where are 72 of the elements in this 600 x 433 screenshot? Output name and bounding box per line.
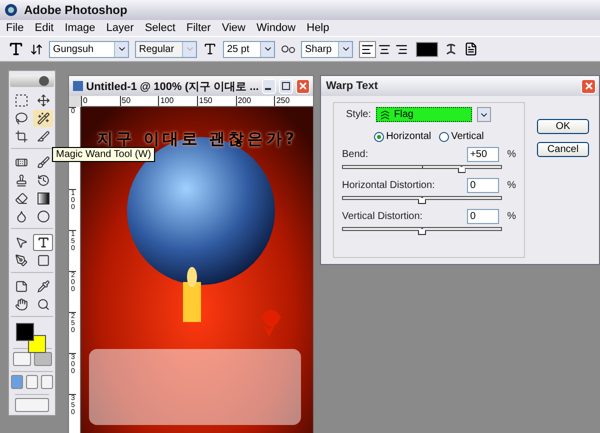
ruler-label: 100 [158, 96, 198, 106]
antialias-dropdown[interactable]: Sharp [301, 40, 353, 58]
window-title: Adobe Photoshop [24, 3, 128, 17]
menu-item[interactable]: Layer [106, 22, 134, 34]
flag-style-icon [380, 110, 390, 120]
slider-label: Horizontal Distortion: [342, 180, 435, 191]
text-color-swatch[interactable] [416, 42, 438, 56]
warp-text-icon[interactable] [444, 42, 458, 56]
ruler-label: 150 [197, 96, 236, 106]
dropdown-caret-icon[interactable] [477, 107, 492, 122]
dialog-button[interactable]: OK [537, 119, 589, 134]
menu-item[interactable]: File [6, 22, 24, 34]
align-button[interactable] [359, 40, 376, 58]
align-center-icon [378, 42, 391, 56]
palettes-icon[interactable] [464, 42, 478, 56]
maximize-button[interactable] [278, 78, 293, 94]
slider-thumb[interactable] [418, 197, 426, 204]
type-icon[interactable] [33, 234, 53, 252]
jump-to-button[interactable] [15, 398, 49, 412]
minimize-button[interactable] [262, 78, 276, 94]
menu-item[interactable]: Image [64, 22, 96, 34]
menu-item[interactable]: Select [144, 22, 176, 34]
orientation-radio[interactable]: Horizontal [374, 131, 432, 142]
style-label: Style: [346, 109, 372, 120]
unit-label: % [507, 149, 516, 160]
value-field[interactable]: +50 [467, 147, 500, 162]
menu-item[interactable]: View [222, 22, 246, 34]
quick-mask-button[interactable] [34, 352, 52, 366]
dialog-button[interactable]: Cancel [537, 142, 589, 157]
slider-thumb[interactable] [458, 166, 466, 173]
value-field[interactable]: 0 [467, 178, 500, 193]
slider-label: Vertical Distortion: [342, 211, 423, 222]
close-icon [298, 82, 307, 90]
close-button[interactable] [581, 78, 596, 94]
slider-thumb[interactable] [418, 228, 426, 235]
magic-wand-icon[interactable] [33, 110, 53, 128]
font-style-dropdown[interactable]: Regular [135, 40, 197, 58]
style-dropdown[interactable]: Flag [376, 107, 472, 122]
orientation-radio[interactable]: Vertical [439, 131, 484, 142]
close-icon [584, 82, 592, 90]
unit-label: % [507, 180, 516, 191]
menu-item[interactable]: Window [256, 22, 296, 34]
ruler-label: 0 [81, 96, 120, 106]
slider-label: Bend: [342, 149, 368, 160]
font-size-icon [203, 42, 217, 56]
dialog-title: Warp Text [326, 80, 378, 92]
menu-item[interactable]: Help [306, 22, 330, 34]
document-title: Untitled-1 @ 100% (지구 이대로 ... [86, 80, 259, 94]
screen-mode-button[interactable] [41, 375, 53, 389]
antialias-icon [281, 44, 295, 54]
document-icon [72, 80, 84, 92]
unit-label: % [507, 211, 516, 222]
screen-mode-button[interactable] [26, 375, 38, 389]
align-left-icon [361, 42, 374, 56]
foreground-color-swatch[interactable] [16, 323, 34, 342]
font-size-dropdown[interactable]: 25 pt [223, 40, 275, 58]
align-right-icon [395, 42, 408, 56]
ruler-label: 250 [274, 96, 314, 106]
menu-item[interactable]: Edit [34, 22, 54, 34]
type-tool-icon[interactable] [8, 41, 24, 57]
app-logo-icon [4, 3, 18, 17]
tooltip: Magic Wand Tool (W) [52, 147, 156, 162]
ruler-label: 50 [120, 96, 158, 106]
ruler-label: 200 [236, 96, 274, 106]
toolbox-logo-icon [10, 75, 54, 88]
text-orientation-icon[interactable] [30, 42, 43, 56]
canvas-text: 지구 이대로 괜찮은가? [97, 129, 298, 150]
maximize-icon [282, 82, 290, 90]
menu-item[interactable]: Filter [186, 22, 211, 34]
close-button[interactable] [296, 78, 310, 94]
value-field[interactable]: 0 [467, 209, 500, 224]
font-family-dropdown[interactable]: Gungsuh [49, 40, 129, 58]
